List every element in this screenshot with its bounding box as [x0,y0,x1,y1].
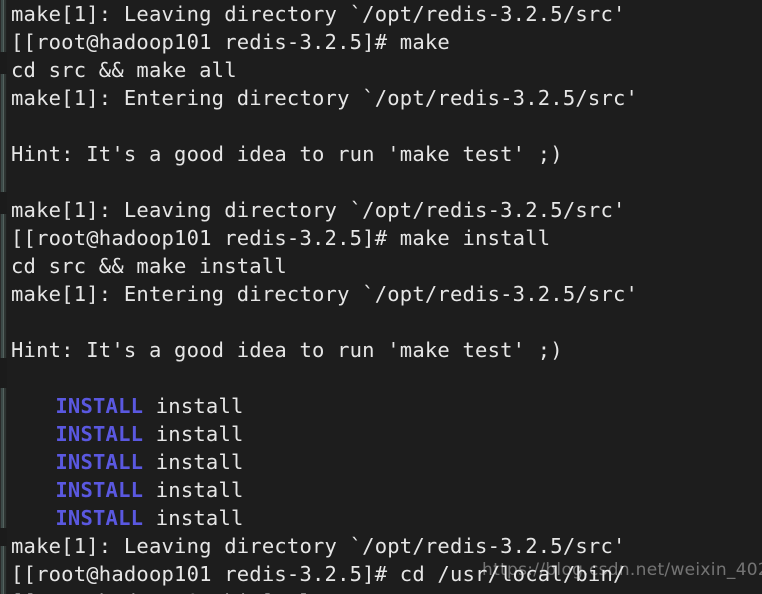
terminal-line: [[root@hadoop101 redis-3.2.5]# make inst… [0,224,762,252]
gutter-mark [0,358,7,388]
terminal-line: make[1]: Leaving directory `/opt/redis-3… [0,532,762,560]
terminal-line-text: cd src && make install [11,254,287,278]
install-token: INSTALL [55,506,144,530]
terminal-window: make[1]: Leaving directory `/opt/redis-3… [0,0,762,594]
terminal-line-text: install [143,394,244,418]
terminal-line: make[1]: Leaving directory `/opt/redis-3… [0,0,762,28]
terminal-line-text: [[root@hadoop101 bin]# ls [11,590,325,594]
gutter-mark [0,528,7,546]
install-token: INSTALL [55,394,144,418]
terminal-line-text: Hint: It's a good idea to run 'make test… [11,338,563,362]
terminal-line-text: install [143,506,244,530]
terminal-line: INSTALL install [0,448,762,476]
terminal-line: [[root@hadoop101 redis-3.2.5]# cd /usr/l… [0,560,762,588]
terminal-line: make[1]: Entering directory `/opt/redis-… [0,84,762,112]
terminal-line: Hint: It's a good idea to run 'make test… [0,336,762,364]
gutter-mark [0,52,7,74]
terminal-line-text: [[root@hadoop101 redis-3.2.5]# cd /usr/l… [11,562,626,586]
terminal-line-text: make[1]: Entering directory `/opt/redis-… [11,282,639,306]
terminal-line: make[1]: Leaving directory `/opt/redis-3… [0,196,762,224]
terminal-line: [[root@hadoop101 redis-3.2.5]# make [0,28,762,56]
gutter-mark [0,192,7,214]
terminal-line: cd src && make all [0,56,762,84]
terminal-line-text: make[1]: Leaving directory `/opt/redis-3… [11,2,626,26]
terminal-line: cd src && make install [0,252,762,280]
terminal-line: INSTALL install [0,476,762,504]
terminal-line-text: [[root@hadoop101 redis-3.2.5]# make inst… [11,226,551,250]
terminal-line-text: install [143,422,244,446]
terminal-line: INSTALL install [0,420,762,448]
terminal-line-text: [[root@hadoop101 redis-3.2.5]# make [11,30,450,54]
terminal-line: INSTALL install [0,504,762,532]
terminal-line-text: install [143,478,244,502]
install-token: INSTALL [55,478,144,502]
terminal-line: make[1]: Entering directory `/opt/redis-… [0,280,762,308]
terminal-output-area[interactable]: make[1]: Leaving directory `/opt/redis-3… [0,0,762,594]
terminal-line: [[root@hadoop101 bin]# ls [0,588,762,594]
terminal-line-text: make[1]: Entering directory `/opt/redis-… [11,86,639,110]
terminal-line-text: make[1]: Leaving directory `/opt/redis-3… [11,534,626,558]
terminal-scroll-gutter[interactable] [0,0,7,594]
terminal-line-text: make[1]: Leaving directory `/opt/redis-3… [11,198,626,222]
terminal-line: Hint: It's a good idea to run 'make test… [0,140,762,168]
terminal-line-text: install [143,450,244,474]
terminal-line: INSTALL install [0,392,762,420]
terminal-line-text: Hint: It's a good idea to run 'make test… [11,142,563,166]
install-token: INSTALL [55,422,144,446]
terminal-line-text: cd src && make all [11,58,237,82]
install-token: INSTALL [55,450,144,474]
